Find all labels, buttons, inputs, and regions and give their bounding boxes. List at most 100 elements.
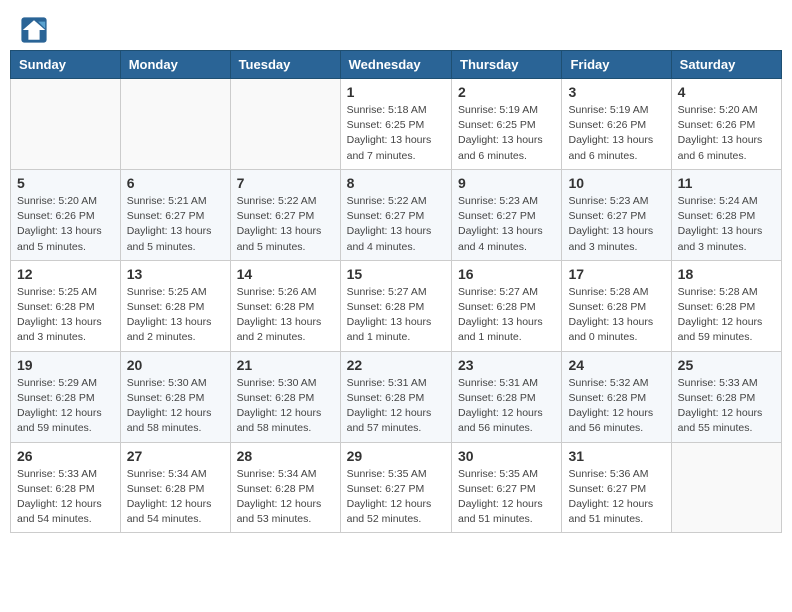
day-number: 17 <box>568 266 664 282</box>
calendar-day: 3Sunrise: 5:19 AM Sunset: 6:26 PM Daylig… <box>562 79 671 170</box>
day-info: Sunrise: 5:35 AM Sunset: 6:27 PM Dayligh… <box>347 467 445 528</box>
calendar-day: 16Sunrise: 5:27 AM Sunset: 6:28 PM Dayli… <box>452 260 562 351</box>
day-number: 31 <box>568 448 664 464</box>
calendar-week-row: 26 Sunrise: 5:33 AM Sunset: 6:28 PM Dayli… <box>11 442 782 533</box>
day-number: 26 <box>17 448 114 464</box>
day-number: 11 <box>678 175 775 191</box>
calendar-day: 13 Sunrise: 5:25 AM Sunset: 6:28 PM Dayli… <box>120 260 230 351</box>
day-info: Sunrise: 5:34 AM Sunset: 6:28 PM Dayligh… <box>127 467 224 528</box>
calendar-day: 11 Sunrise: 5:24 AM Sunset: 6:28 PM Dayli… <box>671 169 781 260</box>
day-info: Sunrise: 5:30 AM Sunset: 6:28 PM Dayligh… <box>237 376 334 437</box>
day-info: Sunrise: 5:33 AM Sunset: 6:28 PM Dayligh… <box>678 376 775 437</box>
calendar-day: 21 Sunrise: 5:30 AM Sunset: 6:28 PM Dayli… <box>230 351 340 442</box>
calendar-header-row: SundayMondayTuesdayWednesdayThursdayFrid… <box>11 51 782 79</box>
calendar-day: 5 Sunrise: 5:20 AM Sunset: 6:26 PM Daylig… <box>11 169 121 260</box>
calendar-day <box>230 79 340 170</box>
column-header-wednesday: Wednesday <box>340 51 451 79</box>
calendar-day: 26 Sunrise: 5:33 AM Sunset: 6:28 PM Dayli… <box>11 442 121 533</box>
day-number: 28 <box>237 448 334 464</box>
day-number: 19 <box>17 357 114 373</box>
day-number: 1 <box>347 84 445 100</box>
calendar-week-row: 5 Sunrise: 5:20 AM Sunset: 6:26 PM Daylig… <box>11 169 782 260</box>
calendar-day: 2 Sunrise: 5:19 AM Sunset: 6:25 PM Daylig… <box>452 79 562 170</box>
day-number: 27 <box>127 448 224 464</box>
day-info: Sunrise: 5:29 AM Sunset: 6:28 PM Dayligh… <box>17 376 114 437</box>
calendar-week-row: 19 Sunrise: 5:29 AM Sunset: 6:28 PM Dayli… <box>11 351 782 442</box>
day-info: Sunrise: 5:28 AM Sunset: 6:28 PM Dayligh… <box>678 285 775 346</box>
day-number: 18 <box>678 266 775 282</box>
day-info: Sunrise: 5:27 AM Sunset: 6:28 PM Dayligh… <box>347 285 445 346</box>
day-info: Sunrise: 5:32 AM Sunset: 6:28 PM Dayligh… <box>568 376 664 437</box>
day-info: Sunrise: 5:20 AM Sunset: 6:26 PM Dayligh… <box>17 194 114 255</box>
column-header-monday: Monday <box>120 51 230 79</box>
day-number: 15 <box>347 266 445 282</box>
day-number: 16 <box>458 266 555 282</box>
day-number: 8 <box>347 175 445 191</box>
day-info: Sunrise: 5:22 AM Sunset: 6:27 PM Dayligh… <box>347 194 445 255</box>
day-info: Sunrise: 5:26 AM Sunset: 6:28 PM Dayligh… <box>237 285 334 346</box>
day-number: 23 <box>458 357 555 373</box>
day-info: Sunrise: 5:22 AM Sunset: 6:27 PM Dayligh… <box>237 194 334 255</box>
column-header-saturday: Saturday <box>671 51 781 79</box>
day-number: 22 <box>347 357 445 373</box>
day-info: Sunrise: 5:28 AM Sunset: 6:28 PM Dayligh… <box>568 285 664 346</box>
calendar-day: 25Sunrise: 5:33 AM Sunset: 6:28 PM Dayli… <box>671 351 781 442</box>
day-number: 29 <box>347 448 445 464</box>
calendar-day: 28 Sunrise: 5:34 AM Sunset: 6:28 PM Dayli… <box>230 442 340 533</box>
day-number: 14 <box>237 266 334 282</box>
day-info: Sunrise: 5:23 AM Sunset: 6:27 PM Dayligh… <box>458 194 555 255</box>
calendar-day: 22Sunrise: 5:31 AM Sunset: 6:28 PM Dayli… <box>340 351 451 442</box>
calendar-day: 9 Sunrise: 5:23 AM Sunset: 6:27 PM Daylig… <box>452 169 562 260</box>
calendar-day: 10 Sunrise: 5:23 AM Sunset: 6:27 PM Dayli… <box>562 169 671 260</box>
day-info: Sunrise: 5:19 AM Sunset: 6:25 PM Dayligh… <box>458 103 555 164</box>
day-number: 3 <box>568 84 664 100</box>
day-number: 10 <box>568 175 664 191</box>
day-number: 7 <box>237 175 334 191</box>
day-info: Sunrise: 5:33 AM Sunset: 6:28 PM Dayligh… <box>17 467 114 528</box>
calendar-day <box>671 442 781 533</box>
calendar-week-row: 12 Sunrise: 5:25 AM Sunset: 6:28 PM Dayli… <box>11 260 782 351</box>
day-info: Sunrise: 5:21 AM Sunset: 6:27 PM Dayligh… <box>127 194 224 255</box>
day-number: 9 <box>458 175 555 191</box>
calendar-day: 31 Sunrise: 5:36 AM Sunset: 6:27 PM Dayli… <box>562 442 671 533</box>
day-info: Sunrise: 5:30 AM Sunset: 6:28 PM Dayligh… <box>127 376 224 437</box>
day-info: Sunrise: 5:31 AM Sunset: 6:28 PM Dayligh… <box>458 376 555 437</box>
calendar-day: 17 Sunrise: 5:28 AM Sunset: 6:28 PM Dayli… <box>562 260 671 351</box>
day-info: Sunrise: 5:34 AM Sunset: 6:28 PM Dayligh… <box>237 467 334 528</box>
day-number: 24 <box>568 357 664 373</box>
calendar-week-row: 1Sunrise: 5:18 AM Sunset: 6:25 PM Daylig… <box>11 79 782 170</box>
calendar-day: 18 Sunrise: 5:28 AM Sunset: 6:28 PM Dayli… <box>671 260 781 351</box>
calendar-day <box>120 79 230 170</box>
day-number: 13 <box>127 266 224 282</box>
calendar-day: 1Sunrise: 5:18 AM Sunset: 6:25 PM Daylig… <box>340 79 451 170</box>
column-header-tuesday: Tuesday <box>230 51 340 79</box>
day-info: Sunrise: 5:25 AM Sunset: 6:28 PM Dayligh… <box>127 285 224 346</box>
calendar-table: SundayMondayTuesdayWednesdayThursdayFrid… <box>10 50 782 533</box>
day-info: Sunrise: 5:23 AM Sunset: 6:27 PM Dayligh… <box>568 194 664 255</box>
calendar-day: 7 Sunrise: 5:22 AM Sunset: 6:27 PM Daylig… <box>230 169 340 260</box>
column-header-thursday: Thursday <box>452 51 562 79</box>
day-info: Sunrise: 5:25 AM Sunset: 6:28 PM Dayligh… <box>17 285 114 346</box>
logo-icon <box>20 16 48 44</box>
logo <box>20 16 52 44</box>
day-number: 5 <box>17 175 114 191</box>
day-number: 21 <box>237 357 334 373</box>
column-header-friday: Friday <box>562 51 671 79</box>
calendar-day: 8 Sunrise: 5:22 AM Sunset: 6:27 PM Daylig… <box>340 169 451 260</box>
day-info: Sunrise: 5:36 AM Sunset: 6:27 PM Dayligh… <box>568 467 664 528</box>
calendar-day: 15 Sunrise: 5:27 AM Sunset: 6:28 PM Dayli… <box>340 260 451 351</box>
page-header <box>10 10 782 44</box>
day-number: 2 <box>458 84 555 100</box>
calendar-day: 6 Sunrise: 5:21 AM Sunset: 6:27 PM Daylig… <box>120 169 230 260</box>
calendar-day: 23 Sunrise: 5:31 AM Sunset: 6:28 PM Dayli… <box>452 351 562 442</box>
calendar-day: 19 Sunrise: 5:29 AM Sunset: 6:28 PM Dayli… <box>11 351 121 442</box>
day-number: 12 <box>17 266 114 282</box>
day-number: 4 <box>678 84 775 100</box>
day-number: 6 <box>127 175 224 191</box>
calendar-day: 14 Sunrise: 5:26 AM Sunset: 6:28 PM Dayli… <box>230 260 340 351</box>
column-header-sunday: Sunday <box>11 51 121 79</box>
day-number: 30 <box>458 448 555 464</box>
calendar-day: 30Sunrise: 5:35 AM Sunset: 6:27 PM Dayli… <box>452 442 562 533</box>
day-info: Sunrise: 5:24 AM Sunset: 6:28 PM Dayligh… <box>678 194 775 255</box>
calendar-day: 27 Sunrise: 5:34 AM Sunset: 6:28 PM Dayli… <box>120 442 230 533</box>
